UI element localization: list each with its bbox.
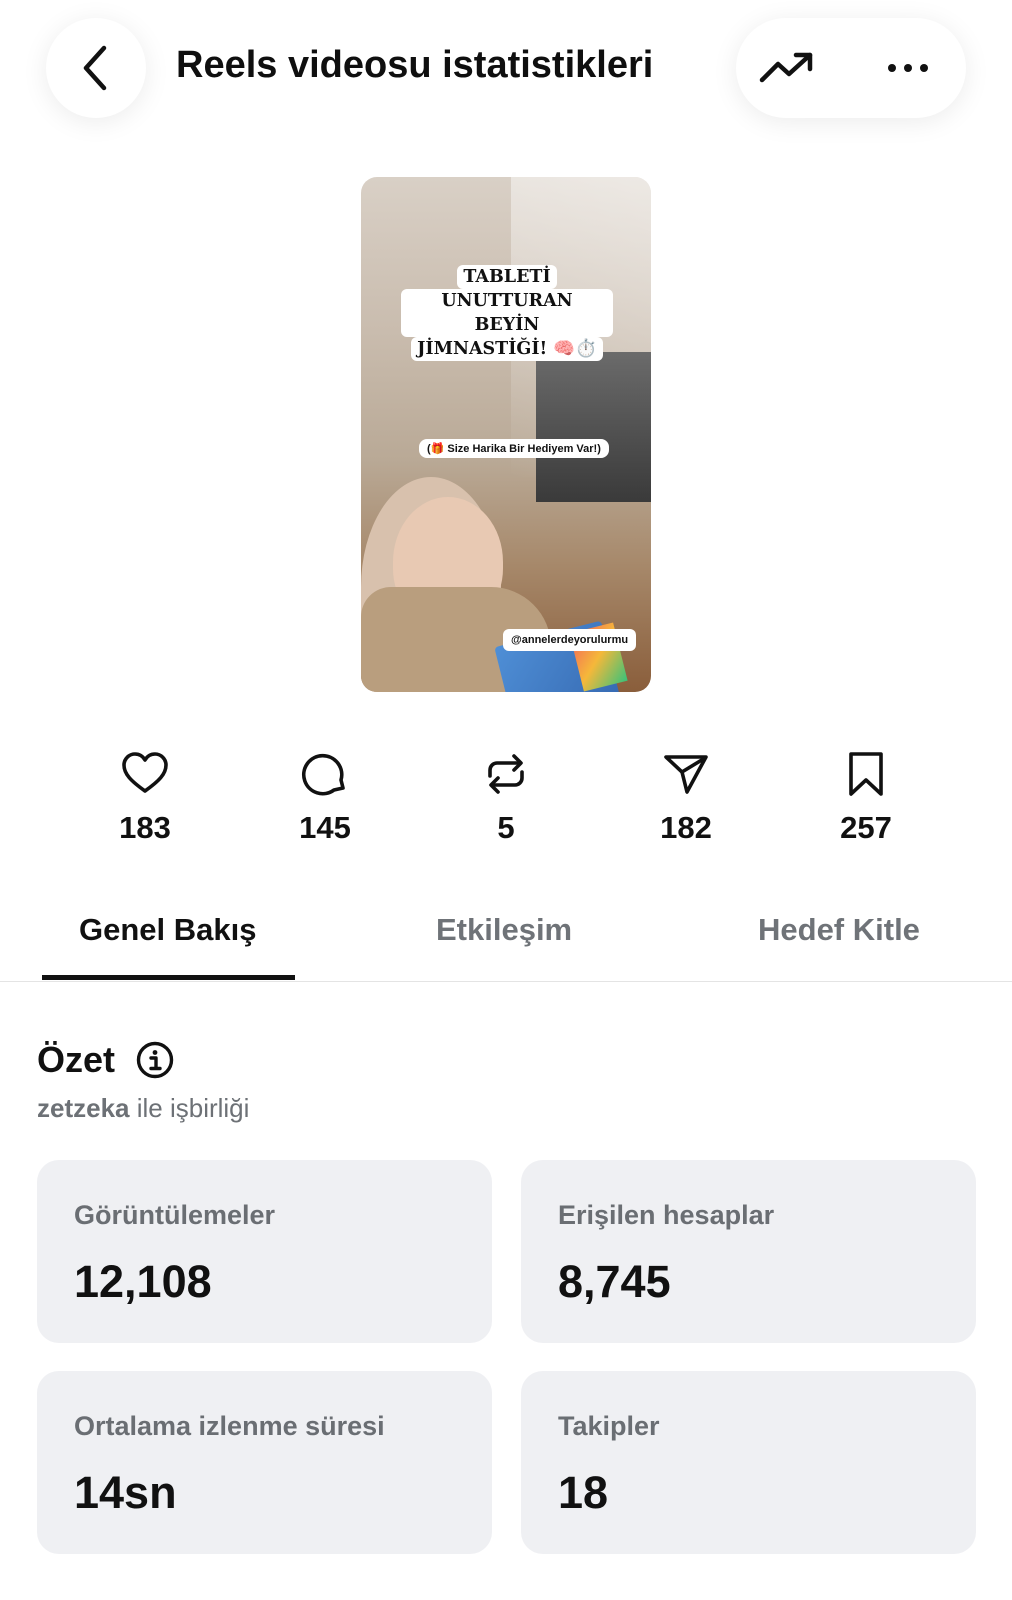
stat-card-follows[interactable]: Takipler 18 <box>521 1371 976 1554</box>
stat-value: 14sn <box>74 1467 177 1518</box>
reposts-count: 5 <box>497 810 515 845</box>
collaboration-note: zetzeka ile işbirliği <box>37 1093 249 1124</box>
stat-label: Takipler <box>558 1411 660 1441</box>
likes-count: 183 <box>119 810 171 845</box>
summary-title: Özet <box>37 1039 116 1080</box>
stat-value: 12,108 <box>74 1256 212 1307</box>
trending-up-icon <box>759 52 813 83</box>
thumbnail-sticker: (🎁 Size Harika Bir Hediyem Var!) <box>419 439 609 458</box>
tab-overview[interactable]: Genel Bakış <box>79 912 256 948</box>
engagement-metrics: 183 145 5 182 257 <box>0 750 1012 860</box>
metric-reposts[interactable]: 5 <box>446 750 566 860</box>
back-button[interactable] <box>46 18 146 118</box>
active-tab-indicator <box>42 975 295 980</box>
repost-icon <box>488 754 524 794</box>
stat-card-accounts-reached[interactable]: Erişilen hesaplar 8,745 <box>521 1160 976 1343</box>
metric-saves[interactable]: 257 <box>806 750 926 860</box>
saves-count: 257 <box>840 810 892 845</box>
thumbnail-caption: TABLETİ UNUTTURAN BEYİN JİMNASTİĞİ! 🧠⏱️ <box>401 265 613 361</box>
stat-value: 8,745 <box>558 1256 671 1307</box>
stat-card-views[interactable]: Görüntülemeler 12,108 <box>37 1160 492 1343</box>
thumbnail-background-window <box>536 352 651 502</box>
summary-header: Özet <box>37 1039 175 1081</box>
thumbnail-handle: @annelerdeyorulurmu <box>503 629 637 651</box>
collaborator-username[interactable]: zetzeka <box>37 1093 130 1123</box>
page-title: Reels videosu istatistikleri <box>176 44 654 86</box>
bookmark-icon <box>849 752 883 796</box>
insights-trend-button[interactable] <box>758 48 818 88</box>
insights-tabs: Genel Bakış Etkileşim Hedef Kitle <box>0 888 1012 982</box>
header: Reels videosu istatistikleri <box>0 0 1012 150</box>
shares-count: 182 <box>660 810 712 845</box>
stat-card-avg-watch-time[interactable]: Ortalama izlenme süresi 14sn <box>37 1371 492 1554</box>
tab-engagement[interactable]: Etkileşim <box>436 912 572 948</box>
tab-audience[interactable]: Hedef Kitle <box>758 912 920 948</box>
stat-label: Görüntülemeler <box>74 1200 276 1230</box>
info-icon[interactable] <box>135 1040 175 1080</box>
metric-shares[interactable]: 182 <box>626 750 746 860</box>
caption-line: JİMNASTİĞİ! 🧠⏱️ <box>411 337 603 361</box>
caption-line: UNUTTURAN BEYİN <box>401 289 613 337</box>
reel-thumbnail[interactable]: TABLETİ UNUTTURAN BEYİN JİMNASTİĞİ! 🧠⏱️ … <box>361 177 651 692</box>
more-horizontal-icon <box>888 64 928 72</box>
collaboration-suffix: ile işbirliği <box>129 1093 250 1123</box>
more-options-button[interactable] <box>878 48 938 88</box>
stat-label: Ortalama izlenme süresi <box>74 1411 385 1441</box>
header-actions <box>736 18 966 118</box>
metric-comments[interactable]: 145 <box>265 750 385 860</box>
metric-likes[interactable]: 183 <box>85 750 205 860</box>
stat-label: Erişilen hesaplar <box>558 1200 775 1230</box>
heart-icon <box>122 752 168 793</box>
comments-count: 145 <box>299 810 351 845</box>
send-icon <box>664 755 708 794</box>
comment-icon <box>301 753 345 796</box>
stat-value: 18 <box>558 1467 609 1518</box>
caption-line: TABLETİ <box>457 265 557 289</box>
chevron-left-icon <box>83 45 107 91</box>
